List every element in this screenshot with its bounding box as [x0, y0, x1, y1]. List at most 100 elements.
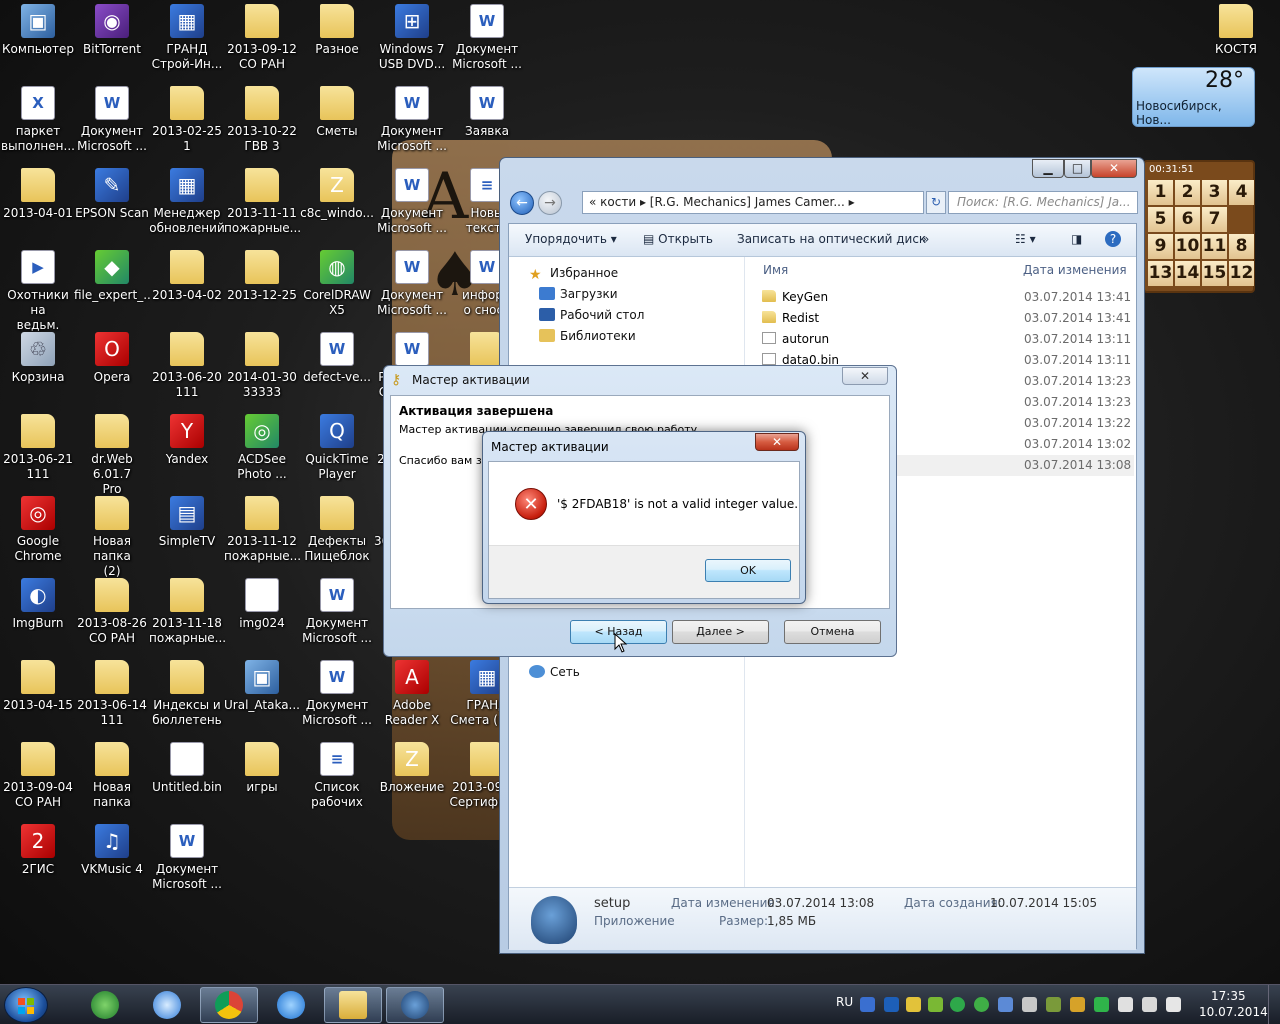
puzzle-tile[interactable] [1229, 207, 1254, 232]
desktop-icon[interactable]: ◆ file_expert_... [74, 246, 150, 326]
desktop-icon[interactable]: 2013-10-22 ГВВ 3 [224, 82, 300, 162]
desktop-icon[interactable]: W Документ Microsoft ... [299, 656, 375, 736]
desktop-icon[interactable]: Y Yandex [149, 410, 225, 490]
desktop-icon[interactable]: ⊞ Windows 7 USB DVD... [374, 0, 450, 80]
language-indicator[interactable]: RU [836, 995, 853, 1009]
desktop-icon[interactable]: img024 [224, 574, 300, 654]
tray-icon-4[interactable] [974, 997, 989, 1012]
desktop-icon[interactable]: W Документ Microsoft ... [299, 574, 375, 654]
desktop-icon[interactable]: 2013-06-21 111 [0, 410, 76, 490]
desktop-icon[interactable]: Xпаркет выполнен... [0, 82, 76, 162]
network-tray-icon[interactable] [1142, 997, 1157, 1012]
forward-arrow-icon[interactable]: → [538, 191, 562, 215]
view-options-icon[interactable]: ☷ ▾ [1015, 232, 1036, 246]
open-button[interactable]: ▤ Открыть [643, 232, 713, 246]
desktop-icon[interactable]: O Opera [74, 328, 150, 408]
column-date[interactable]: Дата изменения [1023, 263, 1127, 277]
desktop-icon[interactable]: ✎ EPSON Scan [74, 164, 150, 244]
maximize-button[interactable]: □ [1064, 159, 1091, 178]
show-desktop-button[interactable] [1268, 985, 1280, 1024]
tray-icon-6[interactable] [1022, 997, 1037, 1012]
desktop-icon[interactable]: ▶ Охотники на ведьм. [0, 246, 76, 332]
desktop-icon[interactable]: 2013-09-04 СО РАН [0, 738, 76, 818]
puzzle-tile[interactable]: 6 [1175, 207, 1200, 232]
puzzle-tile[interactable]: 2 [1175, 180, 1200, 205]
desktop-icon[interactable]: ▤ SimpleTV [149, 492, 225, 572]
desktop-icon[interactable]: Untitled.bin [149, 738, 225, 818]
nav-downloads[interactable]: Загрузки [539, 287, 618, 301]
desktop-icon[interactable]: 2013-11-12 пожарные... [224, 492, 300, 572]
desktop-icon[interactable]: W Документ Microsoft ... [449, 0, 525, 80]
desktop-icon[interactable]: 2013-11-11 пожарные... [224, 164, 300, 244]
volume-tray-icon[interactable] [1166, 997, 1181, 1012]
desktop-icon[interactable]: ♫ VKMusic 4 [74, 820, 150, 900]
column-name[interactable]: Имя [763, 263, 788, 277]
desktop-icon[interactable]: ≡ Список рабочих [299, 738, 375, 818]
minimize-button[interactable]: ▁ [1032, 159, 1064, 178]
desktop-icon[interactable]: ◎ ACDSee Photo ... [224, 410, 300, 490]
nav-libraries[interactable]: Библиотеки [539, 329, 636, 343]
ok-button[interactable]: OK [705, 559, 791, 582]
next-button[interactable]: Далее > [672, 620, 769, 644]
desktop-icon[interactable]: ◍ CorelDRAW X5 [299, 246, 375, 326]
preview-pane-icon[interactable]: ◨ [1071, 232, 1082, 246]
desktop-icon[interactable]: W Документ Microsoft ... [374, 164, 450, 244]
desktop-icon[interactable]: dr.Web 6.01.7 Pro [74, 410, 150, 496]
desktop-icon[interactable]: Z Вложение [374, 738, 450, 818]
desktop-icon[interactable]: 2013-04-01 [0, 164, 76, 244]
close-button[interactable]: ✕ [1091, 159, 1137, 178]
clock-time[interactable]: 17:35 [1211, 989, 1246, 1003]
error-close-button[interactable]: ✕ [755, 433, 799, 451]
file-row[interactable]: KeyGen 03.07.2014 13:41 [762, 287, 1134, 308]
desktop-icon[interactable]: 2013-09-12 СО РАН [224, 0, 300, 80]
desktop-icon[interactable]: W Документ Microsoft ... [374, 246, 450, 326]
desktop-icon[interactable]: A Adobe Reader X [374, 656, 450, 736]
taskbar-ie[interactable] [262, 987, 320, 1023]
puzzle-tile[interactable]: 5 [1148, 207, 1173, 232]
desktop-icon[interactable]: Сметы [299, 82, 375, 162]
desktop-icon[interactable]: 2013-11-18 пожарные... [149, 574, 225, 654]
help-icon[interactable]: ? [1105, 231, 1121, 247]
desktop-icon[interactable]: Zc8c_windo... [299, 164, 375, 244]
refresh-icon[interactable]: ↻ [926, 191, 946, 214]
desktop-icon[interactable]: ▦ Менеджер обновлений [149, 164, 225, 244]
help-tray-icon[interactable] [860, 997, 875, 1012]
puzzle-tile[interactable]: 15 [1202, 261, 1227, 286]
desktop-icon[interactable]: игры [224, 738, 300, 818]
tray-icon-2[interactable] [928, 997, 943, 1012]
tray-icon-1[interactable] [906, 997, 921, 1012]
desktop-icon[interactable]: 2013-12-25 [224, 246, 300, 326]
taskbar-media-center[interactable] [76, 987, 134, 1023]
puzzle-gadget[interactable]: 00:31:51 1 2 3 4 5 6 7 9 10 11 8 13 14 15 12 [1143, 160, 1255, 293]
desktop-icon[interactable]: 2 2ГИС [0, 820, 76, 900]
puzzle-tile[interactable]: 9 [1148, 234, 1173, 259]
flag-tray-icon[interactable] [1118, 997, 1133, 1012]
puzzle-tile[interactable]: 3 [1202, 180, 1227, 205]
desktop-icon[interactable]: Разное [299, 0, 375, 80]
desktop-icon[interactable]: Q QuickTime Player [299, 410, 375, 490]
nav-network[interactable]: Сеть [529, 665, 580, 679]
puzzle-tile[interactable]: 14 [1175, 261, 1200, 286]
puzzle-tile[interactable]: 7 [1202, 207, 1227, 232]
desktop-icon[interactable]: 2013-02-25 1 [149, 82, 225, 162]
tray-icon-5[interactable] [998, 997, 1013, 1012]
puzzle-tile[interactable]: 4 [1229, 180, 1254, 205]
desktop-icon[interactable]: 2013-04-02 [149, 246, 225, 326]
more-commands-button[interactable]: » [922, 232, 929, 246]
back-arrow-icon[interactable]: ← [510, 191, 534, 215]
taskbar-chrome[interactable] [200, 987, 258, 1023]
puzzle-tile[interactable]: 8 [1229, 234, 1254, 259]
cancel-button[interactable]: Отмена [784, 620, 881, 644]
puzzle-tile[interactable]: 13 [1148, 261, 1173, 286]
puzzle-tile[interactable]: 11 [1202, 234, 1227, 259]
start-button[interactable] [4, 987, 48, 1023]
desktop-icon[interactable]: Wdefect-ve... [299, 328, 375, 408]
taskbar-setup[interactable] [386, 987, 444, 1023]
file-row[interactable]: Redist 03.07.2014 13:41 [762, 308, 1134, 329]
desktop-icon[interactable]: ◎ Google Chrome [0, 492, 76, 572]
wizard-close-button[interactable]: ✕ [842, 367, 888, 385]
tray-icon-8[interactable] [1070, 997, 1085, 1012]
search-input[interactable]: Поиск: [R.G. Mechanics] Ja... [948, 191, 1138, 214]
desktop-icon[interactable]: ▣ Компьютер [0, 0, 76, 80]
desktop-icon[interactable]: W Документ Microsoft ... [374, 82, 450, 162]
